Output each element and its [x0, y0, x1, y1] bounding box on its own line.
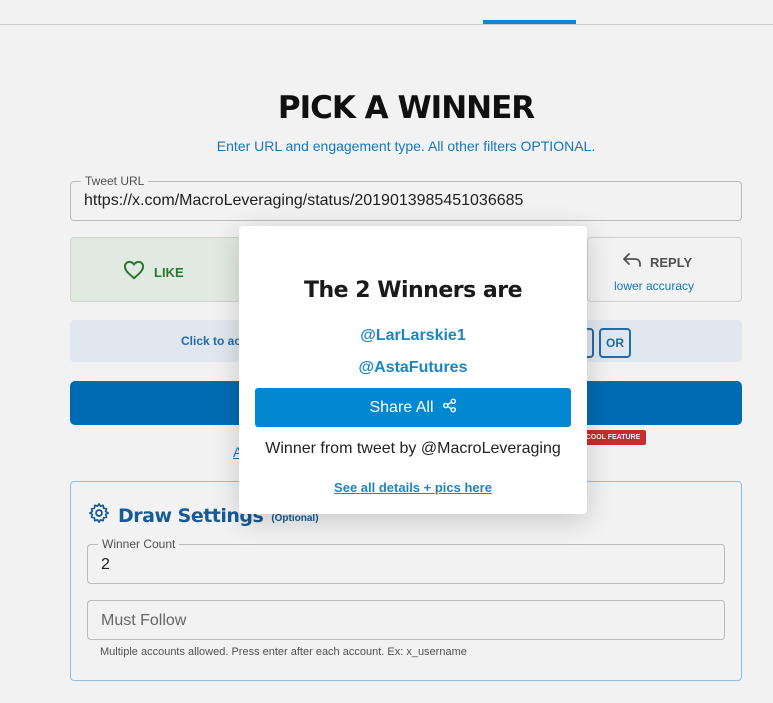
- modal-title: The 2 Winners are: [304, 278, 523, 303]
- winner-source-text: Winner from tweet by @MacroLeveraging: [265, 440, 561, 457]
- share-icon: [442, 398, 457, 418]
- winners-modal: The 2 Winners are @LarLarskie1 @AstaFutu…: [239, 226, 587, 514]
- share-all-label: Share All: [369, 398, 434, 416]
- winner-handle[interactable]: @AstaFutures: [239, 359, 587, 377]
- see-details-link[interactable]: See all details + pics here: [239, 480, 587, 495]
- winner-handle[interactable]: @LarLarskie1: [239, 327, 587, 345]
- share-all-button[interactable]: Share All: [255, 388, 571, 427]
